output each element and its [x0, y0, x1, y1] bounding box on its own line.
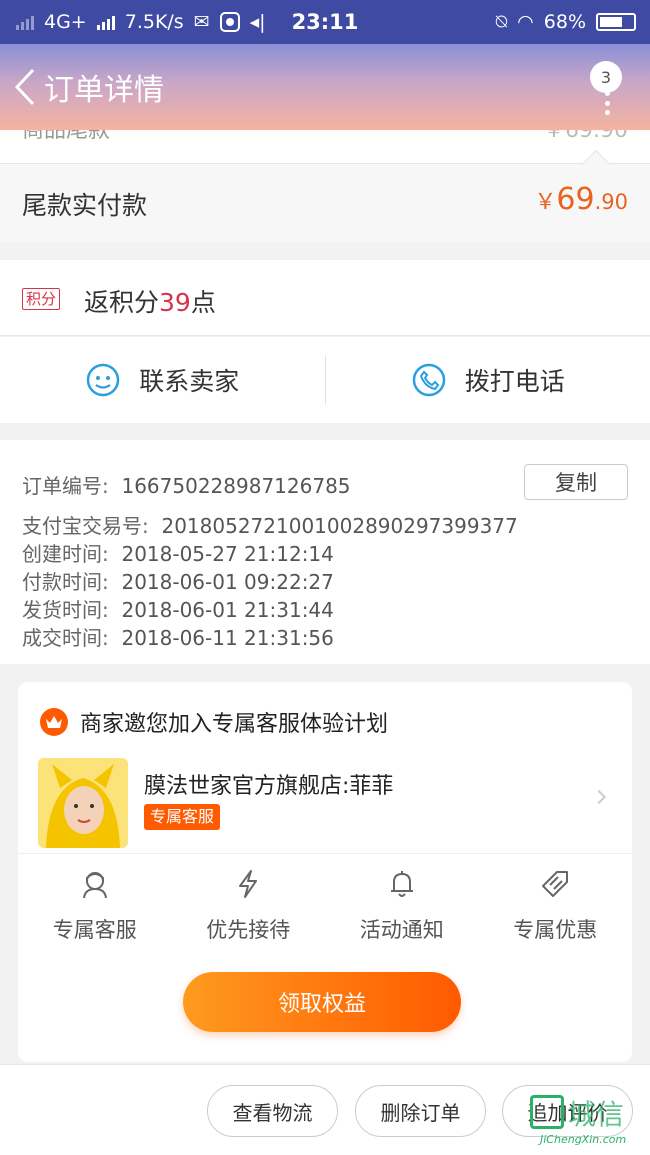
benefit-label: 专属客服 — [52, 918, 137, 942]
message-count-badge: 3 — [590, 61, 622, 93]
final-payment-amount: ￥69.90 — [534, 182, 628, 217]
paid-time: 2018-06-01 09:22:27 — [121, 570, 334, 594]
wechat-icon: ✉ — [193, 11, 210, 33]
add-review-button[interactable]: 追加评价 — [502, 1085, 633, 1137]
nav-header: 订单详情 3 — [0, 44, 650, 130]
store-row[interactable]: 膜法世家官方旗舰店:菲菲 专属客服 — [18, 758, 632, 854]
status-bar: 4G+ 7.5K/s ✉ ◂| 23:11 ⍉ ◠ 68% — [0, 0, 650, 44]
promo-header: 商家邀您加入专属客服体验计划 — [40, 706, 388, 738]
more-menu-button[interactable]: 3 — [590, 57, 622, 117]
benefit-priority[interactable]: 优先接待 — [172, 868, 326, 958]
agent-icon — [82, 872, 107, 899]
created-time-row: 创建时间: 2018-05-27 21:12:14 — [22, 542, 334, 566]
store-name: 膜法世家官方旗舰店:菲菲 — [144, 774, 394, 799]
alipay-trade-number: 2018052721001002890297399377 — [161, 514, 518, 538]
call-phone-label: 拨打电话 — [464, 367, 565, 396]
alarm-off-icon: ⍉ — [495, 11, 508, 33]
currency-symbol: ￥ — [534, 190, 557, 215]
battery-icon — [596, 13, 636, 31]
completed-time: 2018-06-11 21:31:56 — [121, 626, 334, 650]
points-value: 39 — [159, 288, 191, 317]
completed-time-row: 成交时间: 2018-06-11 21:31:56 — [22, 626, 334, 650]
benefit-label: 专属优惠 — [513, 918, 598, 942]
shipped-time-row: 发货时间: 2018-06-01 21:31:44 — [22, 598, 334, 622]
contact-seller-label: 联系卖家 — [139, 367, 240, 396]
alipay-trade-row: 支付宝交易号: 2018052721001002890297399377 — [22, 514, 518, 538]
amount-integer: 69 — [556, 182, 595, 217]
chat-smile-icon — [86, 363, 120, 397]
back-button[interactable] — [8, 65, 42, 109]
points-text: 返积分39点 — [84, 283, 216, 319]
benefit-exclusive-agent[interactable]: 专属客服 — [18, 868, 172, 958]
network-speed: 7.5K/s — [124, 11, 184, 33]
contact-bar: 联系卖家 拨打电话 — [0, 337, 650, 423]
store-avatar — [38, 758, 128, 848]
bell-icon — [390, 871, 413, 897]
chevron-right-icon — [591, 789, 607, 805]
points-tag: 积分 — [22, 288, 61, 310]
vibrate-icon: ◂| — [249, 11, 266, 33]
created-time: 2018-05-27 21:12:14 — [121, 542, 334, 566]
amount-decimal: .90 — [594, 190, 628, 214]
paid-time-row: 付款时间: 2018-06-01 09:22:27 — [22, 570, 334, 594]
benefit-label: 优先接待 — [206, 918, 291, 942]
page-title: 订单详情 — [44, 73, 164, 108]
final-payment-row: 尾款实付款 ￥69.90 — [0, 149, 650, 242]
exclusive-service-card: 商家邀您加入专属客服体验计划 膜法世家官方旗舰店:菲菲 专属客服 专属客服 优先… — [18, 682, 632, 1062]
order-number-row: 订单编号: 166750228987126785 — [22, 474, 351, 498]
phone-icon — [412, 363, 445, 397]
shipped-time: 2018-06-01 21:31:44 — [121, 598, 334, 622]
store-tag: 专属客服 — [144, 804, 221, 830]
benefits-grid: 专属客服 优先接待 活动通知 专属优惠 — [18, 868, 632, 958]
chevron-left-icon — [14, 68, 35, 106]
points-suffix: 点 — [190, 288, 216, 317]
signal-icon-sim2 — [96, 14, 115, 30]
more-icon — [605, 91, 611, 115]
contact-seller-button[interactable]: 联系卖家 — [0, 337, 325, 423]
coupon-icon — [542, 871, 569, 897]
signal-icon-sim1 — [16, 14, 34, 30]
call-phone-button[interactable]: 拨打电话 — [326, 337, 650, 423]
crown-icon — [40, 708, 68, 736]
points-row: 积分 返积分39点 — [0, 260, 650, 336]
points-prefix: 返积分 — [84, 288, 160, 317]
wifi-icon: ◠ — [517, 11, 534, 33]
benefit-label: 活动通知 — [359, 918, 444, 942]
network-type: 4G+ — [44, 11, 87, 33]
bottom-action-bar: 查看物流 删除订单 追加评价 城信 JiChengXin.com — [0, 1064, 650, 1155]
copy-button[interactable]: 复制 — [524, 464, 628, 500]
delete-order-button[interactable]: 删除订单 — [355, 1085, 486, 1137]
final-payment-label: 尾款实付款 — [22, 191, 148, 220]
promo-title: 商家邀您加入专属客服体验计划 — [80, 712, 389, 737]
claim-benefits-button[interactable]: 领取权益 — [183, 972, 461, 1032]
battery-percent: 68% — [543, 11, 586, 33]
lightning-icon — [239, 870, 258, 898]
app-notification-icon — [219, 12, 240, 32]
order-number: 166750228987126785 — [121, 474, 351, 498]
benefit-discount[interactable]: 专属优惠 — [479, 868, 633, 958]
benefit-notification[interactable]: 活动通知 — [325, 868, 479, 958]
order-info: 订单编号: 166750228987126785 复制 支付宝交易号: 2018… — [0, 440, 650, 664]
view-logistics-button[interactable]: 查看物流 — [207, 1085, 338, 1137]
